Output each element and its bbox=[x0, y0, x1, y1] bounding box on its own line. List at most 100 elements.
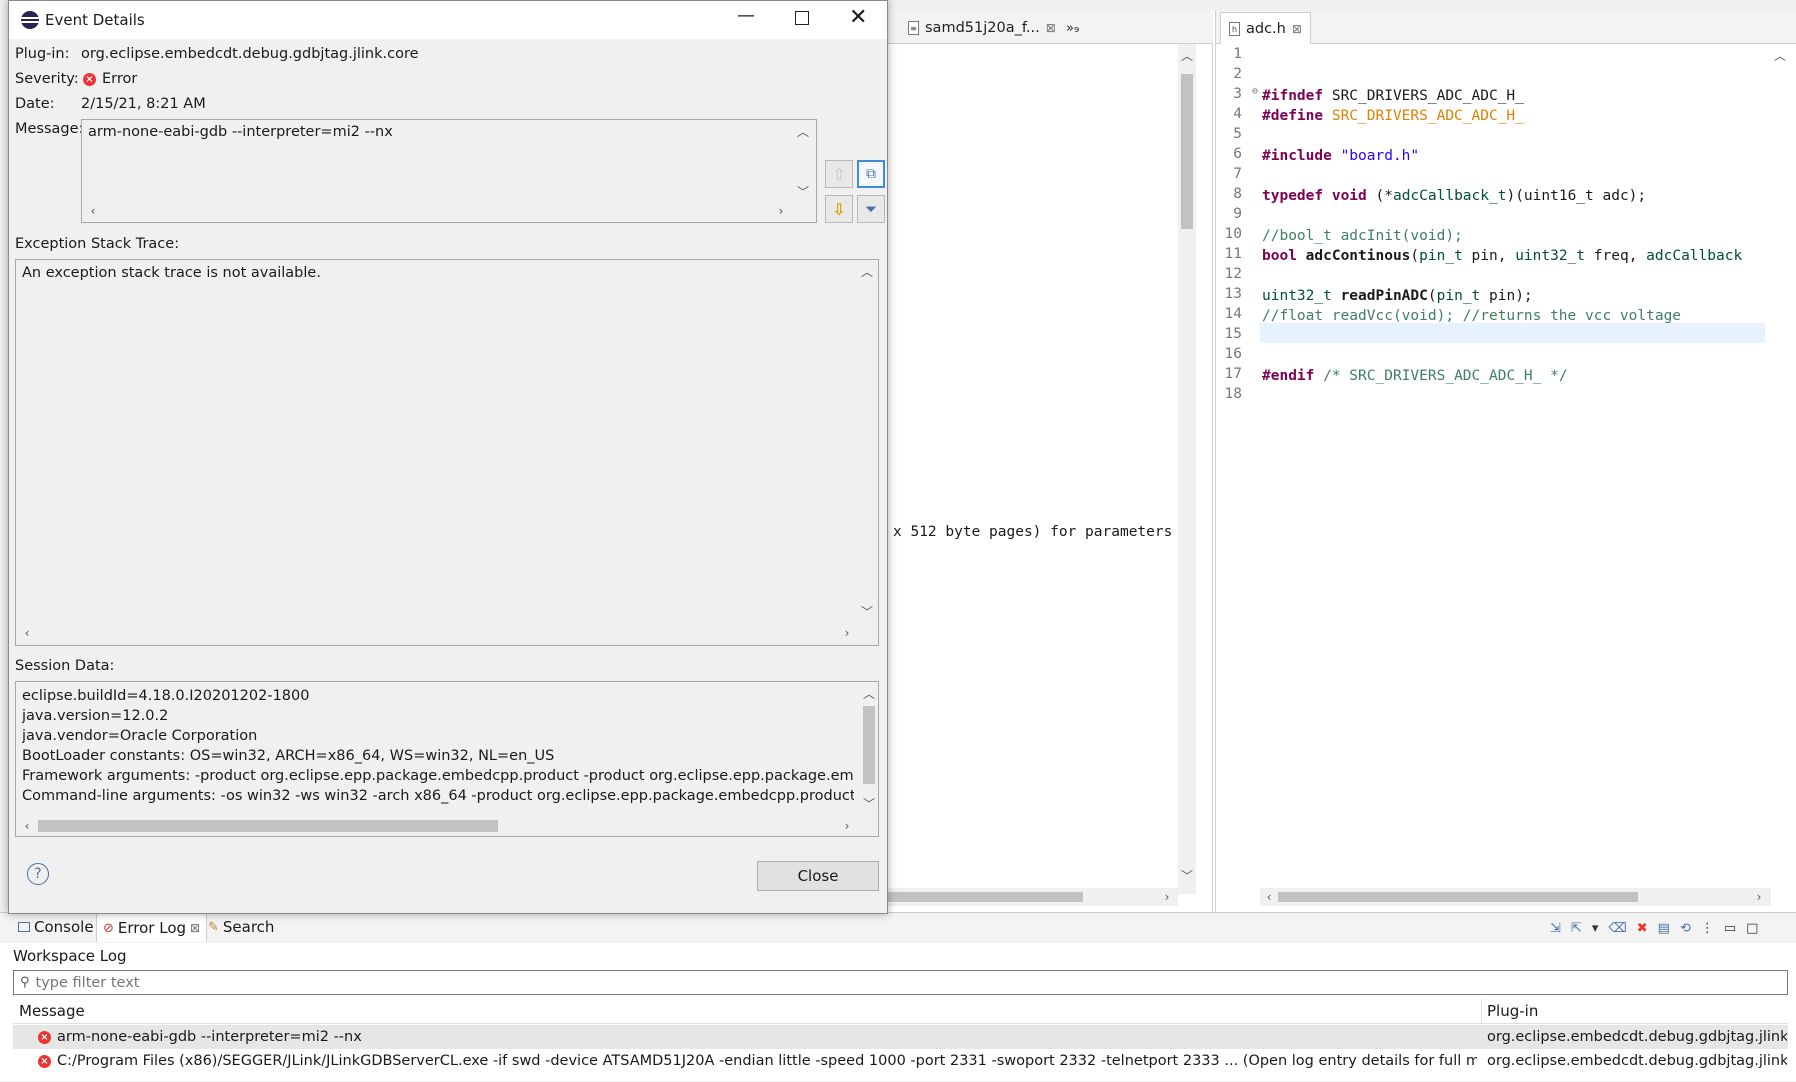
scroll-right-icon[interactable]: › bbox=[772, 202, 790, 220]
help-icon[interactable]: ? bbox=[27, 863, 49, 885]
close-button[interactable]: Close bbox=[757, 861, 879, 891]
clear-log-icon[interactable]: ⌫ bbox=[1608, 921, 1626, 936]
copy-button[interactable]: ⧉ bbox=[857, 160, 885, 188]
scroll-right-icon[interactable]: › bbox=[838, 624, 856, 642]
line-number: 4 bbox=[1233, 106, 1242, 122]
code-token: SRC_DRIVERS_ADC_ADC_H_ bbox=[1323, 108, 1524, 124]
minimize-window-icon[interactable]: — bbox=[737, 5, 755, 26]
dialog-titlebar[interactable]: Event Details — ✕ bbox=[9, 1, 887, 39]
code-vscroll[interactable]: ︿ bbox=[1771, 44, 1789, 894]
scroll-up-icon[interactable]: ︿ bbox=[1178, 46, 1196, 64]
error-icon: × bbox=[38, 1030, 51, 1044]
code-token: )(uint16_t adc); bbox=[1506, 188, 1647, 204]
severity-value: Error bbox=[102, 71, 138, 87]
col-message[interactable]: Message bbox=[19, 1002, 85, 1020]
line-number: 12 bbox=[1224, 266, 1242, 282]
maximize-icon[interactable]: □ bbox=[1746, 921, 1758, 936]
tab-adc-h[interactable]: h adc.h ⊠ bbox=[1220, 12, 1311, 44]
left-editor-text: x 512 byte pages) for parameters bbox=[893, 524, 1173, 540]
delete-log-icon[interactable]: ✖ bbox=[1637, 921, 1648, 936]
scroll-down-icon[interactable]: ﹀ bbox=[1178, 866, 1196, 884]
scroll-left-icon[interactable]: ‹ bbox=[84, 202, 102, 220]
scroll-thumb[interactable] bbox=[1278, 892, 1638, 902]
message-textbox[interactable]: arm-none-eabi-gdb --interpreter=mi2 --nx… bbox=[81, 119, 817, 223]
line-number: 10 bbox=[1224, 226, 1242, 242]
scroll-down-icon[interactable]: ﹀ bbox=[860, 794, 878, 812]
error-icon: × bbox=[38, 1054, 51, 1068]
code-token: pin, bbox=[1462, 248, 1516, 264]
scroll-left-icon[interactable]: ‹ bbox=[18, 624, 36, 642]
code-hscroll[interactable]: ‹ › bbox=[1260, 888, 1771, 906]
code-token: adcCallback_t bbox=[1392, 188, 1507, 204]
close-window-icon[interactable]: ✕ bbox=[849, 5, 867, 30]
table-row[interactable]: × arm-none-eabi-gdb --interpreter=mi2 --… bbox=[13, 1025, 1788, 1049]
export-log-icon[interactable]: ⇲ bbox=[1550, 921, 1561, 936]
fold-icon[interactable]: ⊖ bbox=[1232, 86, 1258, 97]
overflow-chevron-icon[interactable]: »₉ bbox=[1066, 21, 1079, 36]
scroll-right-icon[interactable]: › bbox=[1158, 888, 1176, 906]
code-token: ( bbox=[1427, 288, 1437, 304]
line-number: 17 bbox=[1224, 366, 1242, 382]
left-editor-vscroll[interactable]: ︿ ﹀ bbox=[1178, 44, 1196, 894]
scroll-thumb[interactable] bbox=[38, 820, 498, 832]
filter-input[interactable] bbox=[33, 973, 1738, 992]
plugin-value: org.eclipse.embedcdt.debug.gdbjtag.jlink… bbox=[81, 46, 419, 62]
import-log-icon[interactable]: ⇱ bbox=[1571, 921, 1582, 936]
close-icon[interactable]: ⊠ bbox=[1292, 22, 1302, 36]
tab-overflow[interactable]: »₉ bbox=[1058, 12, 1087, 44]
scroll-thumb[interactable] bbox=[1181, 74, 1193, 229]
line-number: 6 bbox=[1233, 146, 1242, 162]
scroll-up-icon[interactable]: ︿ bbox=[860, 684, 878, 702]
log-table: Message Plug-in × arm-none-eabi-gdb --in… bbox=[13, 999, 1788, 1082]
close-icon[interactable]: ⊠ bbox=[190, 921, 200, 935]
stack-trace-label: Exception Stack Trace: bbox=[15, 236, 180, 252]
maximize-window-icon[interactable] bbox=[795, 11, 809, 25]
stack-trace-textbox[interactable]: An exception stack trace is not availabl… bbox=[15, 259, 879, 646]
tab-error-log[interactable]: ⊘ Error Log ⊠ bbox=[96, 913, 208, 942]
scroll-left-icon[interactable]: ‹ bbox=[1260, 888, 1278, 906]
close-icon[interactable]: ⊠ bbox=[1046, 21, 1056, 35]
previous-entry-button[interactable]: ⇧ bbox=[825, 160, 853, 188]
scroll-right-icon[interactable]: › bbox=[838, 817, 856, 835]
restore-log-icon[interactable]: ⟲ bbox=[1680, 921, 1691, 936]
session-data-textbox[interactable]: eclipse.buildId=4.18.0.I20201202-1800 jav… bbox=[15, 681, 879, 837]
message-text: arm-none-eabi-gdb --interpreter=mi2 --nx bbox=[88, 124, 393, 140]
tab-samd51[interactable]: ≡ samd51j20a_f... ⊠ bbox=[900, 12, 1064, 44]
session-vscroll[interactable]: ︿ ﹀ bbox=[860, 682, 878, 816]
scroll-down-icon[interactable]: ﹀ bbox=[794, 182, 812, 200]
col-plugin[interactable]: Plug-in bbox=[1487, 1002, 1538, 1020]
code-editor[interactable]: 1 2 3 ⊖ #ifndef SRC_DRIVERS_ADC_ADC_H_ 4 #defi… bbox=[1215, 44, 1796, 912]
scroll-left-icon[interactable]: ‹ bbox=[18, 817, 36, 835]
dropdown-icon[interactable]: ▾ bbox=[1592, 921, 1599, 936]
code-token: SRC_DRIVERS_ADC_ADC_H_ bbox=[1323, 88, 1524, 104]
copy-icon: ⧉ bbox=[866, 166, 876, 182]
code-token: uint32_t bbox=[1262, 288, 1332, 304]
next-entry-button[interactable]: ⇩ bbox=[825, 195, 853, 223]
table-row[interactable]: × C:/Program Files (x86)/SEGGER/JLink/JL… bbox=[13, 1049, 1788, 1073]
minimize-icon[interactable]: ▭ bbox=[1724, 921, 1736, 936]
filter-field[interactable]: ⚲ bbox=[13, 970, 1788, 995]
line-number: 14 bbox=[1224, 306, 1242, 322]
filter-button[interactable]: ⏷ bbox=[857, 195, 885, 223]
scroll-up-icon[interactable]: ︿ bbox=[858, 262, 876, 280]
scroll-down-icon[interactable]: ﹀ bbox=[858, 602, 876, 620]
code-token: #endif bbox=[1262, 368, 1315, 384]
scroll-thumb[interactable] bbox=[888, 892, 1083, 902]
search-icon: ⚲ bbox=[20, 975, 30, 990]
open-log-icon[interactable]: ▤ bbox=[1658, 921, 1670, 936]
tab-label: Search bbox=[222, 918, 275, 936]
view-menu-icon[interactable]: ⋮ bbox=[1701, 921, 1714, 936]
scroll-right-icon[interactable]: › bbox=[1750, 888, 1768, 906]
tab-console[interactable]: Console bbox=[18, 913, 94, 941]
code-token: #include bbox=[1262, 148, 1332, 164]
session-hscroll[interactable]: ‹ › bbox=[16, 816, 860, 836]
line-number: 18 bbox=[1224, 386, 1242, 402]
code-token: "board.h" bbox=[1331, 148, 1420, 164]
tab-search[interactable]: ✎ Search bbox=[208, 913, 274, 941]
scroll-thumb[interactable] bbox=[863, 706, 875, 784]
left-editor-hscroll[interactable]: › bbox=[888, 888, 1178, 906]
line-number: 5 bbox=[1233, 126, 1242, 142]
code-token: adcCallback bbox=[1646, 248, 1743, 264]
scroll-up-icon[interactable]: ︿ bbox=[1771, 46, 1789, 64]
scroll-up-icon[interactable]: ︿ bbox=[794, 122, 812, 140]
